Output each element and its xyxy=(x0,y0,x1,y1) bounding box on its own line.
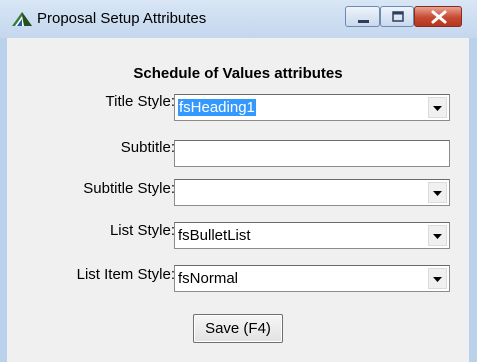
window-title: Proposal Setup Attributes xyxy=(37,10,207,27)
pyramid-icon[interactable] xyxy=(11,11,33,27)
chevron-down-icon xyxy=(433,234,442,239)
subtitle-label: Subtitle: xyxy=(120,139,175,156)
subtitle-style-dropdown-button[interactable] xyxy=(428,182,447,203)
close-button[interactable] xyxy=(414,6,462,27)
title-style-value: fsHeading1 xyxy=(178,99,256,116)
list-item-style-value: fsNormal xyxy=(178,270,239,287)
title-style-label: Title Style: xyxy=(105,93,175,110)
list-style-dropdown-button[interactable] xyxy=(428,225,447,246)
title-style-dropdown[interactable]: fsHeading1 xyxy=(174,94,450,121)
dialog-body: Schedule of Values attributes Title Styl… xyxy=(7,38,469,362)
maximize-button[interactable] xyxy=(380,6,414,27)
title-bar[interactable]: Proposal Setup Attributes xyxy=(0,0,477,38)
close-icon xyxy=(431,10,447,24)
list-item-style-dropdown-button[interactable] xyxy=(428,268,447,289)
list-style-dropdown[interactable]: fsBulletList xyxy=(174,222,450,249)
list-style-value: fsBulletList xyxy=(178,227,251,244)
minimize-button[interactable] xyxy=(345,6,380,27)
chevron-down-icon xyxy=(433,106,442,111)
chevron-down-icon xyxy=(433,277,442,282)
save-button[interactable]: Save (F4) xyxy=(193,314,283,343)
proposal-setup-window: Proposal Setup Attributes Schedule of Va… xyxy=(0,0,477,362)
list-item-style-dropdown[interactable]: fsNormal xyxy=(174,265,450,292)
form-heading: Schedule of Values attributes xyxy=(133,65,343,82)
maximize-icon xyxy=(392,11,404,22)
subtitle-input[interactable] xyxy=(174,140,450,167)
list-style-label: List Style: xyxy=(109,222,175,239)
chevron-down-icon xyxy=(433,191,442,196)
minimize-icon xyxy=(358,20,369,23)
subtitle-style-dropdown[interactable] xyxy=(174,179,450,206)
subtitle-style-label: Subtitle Style: xyxy=(83,180,175,197)
title-style-dropdown-button[interactable] xyxy=(428,97,447,118)
list-item-style-label: List Item Style: xyxy=(76,266,175,283)
